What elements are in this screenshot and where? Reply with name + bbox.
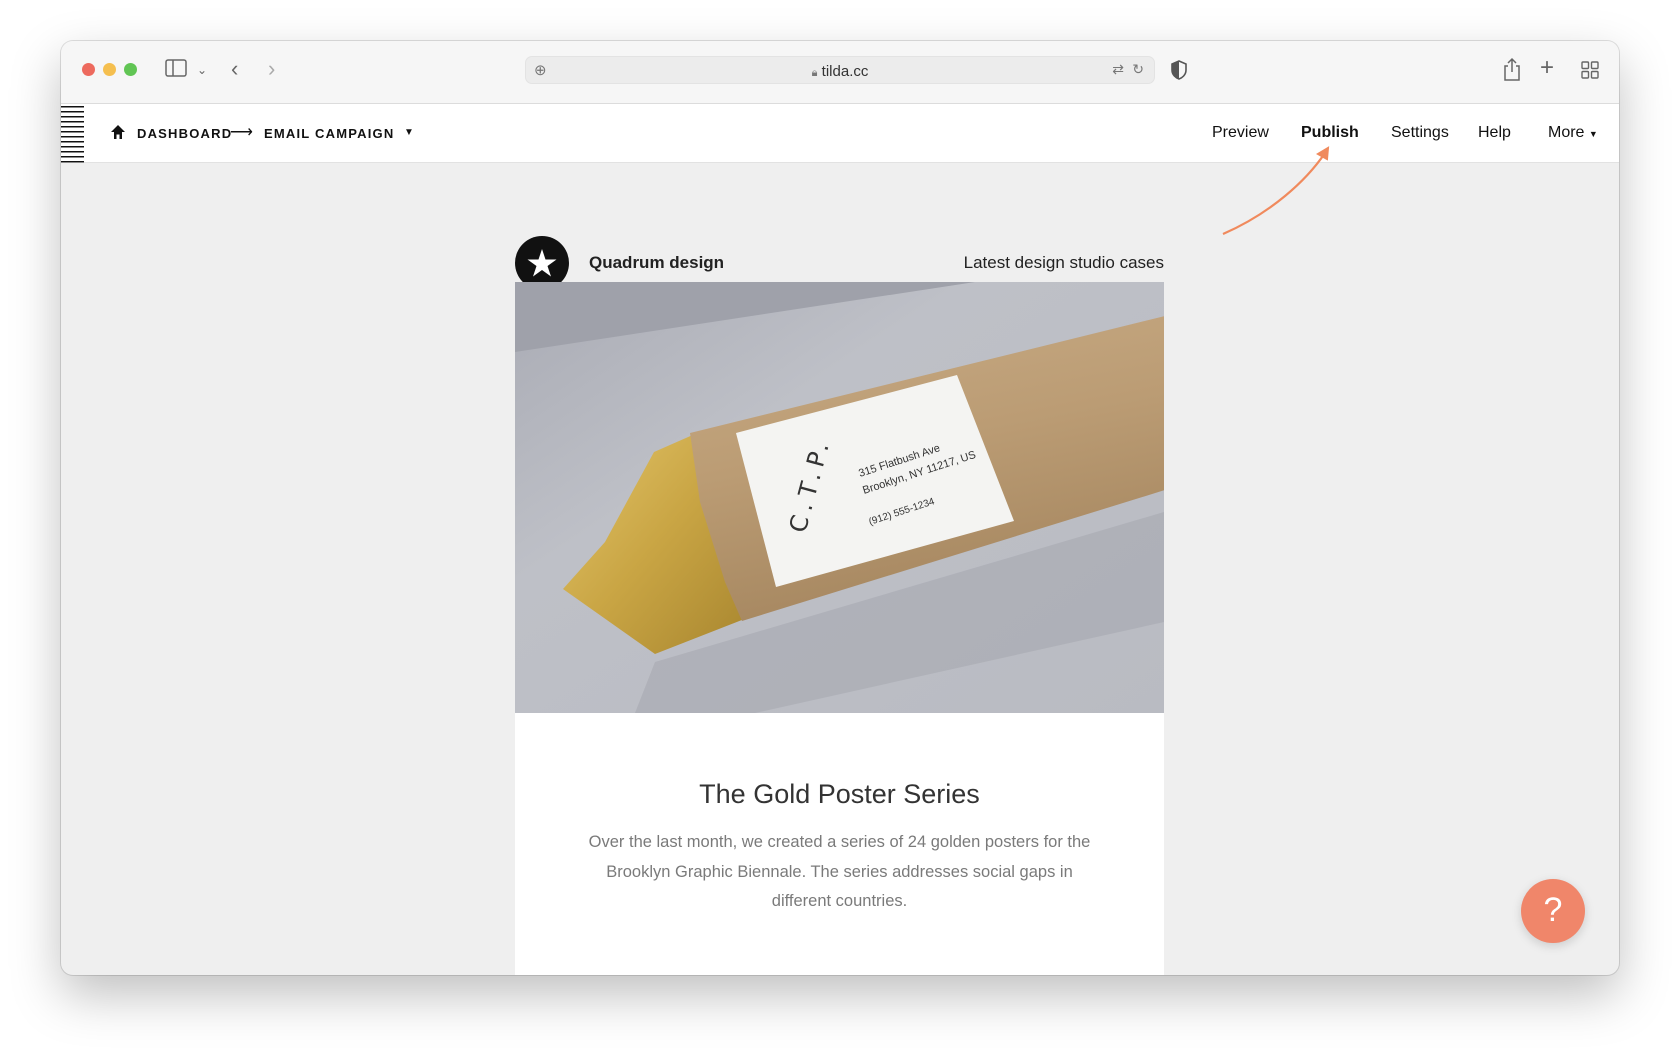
help-button[interactable]: ?	[1521, 879, 1585, 943]
tagline: Latest design studio cases	[963, 253, 1164, 272]
email-card: C.T.P. 315 Flatbush Ave Brooklyn, NY 112…	[515, 282, 1165, 975]
brand-name: Quadrum design	[589, 253, 725, 272]
browser-window: ⌄ ‹ › ⊕ 🔒︎ tilda.cc ⇄ ↻ + DASHBOARD ⟶ EM…	[61, 41, 1619, 975]
email-title: The Gold Poster Series	[699, 779, 980, 809]
hero-image: C.T.P. 315 Flatbush Ave Brooklyn, NY 112…	[515, 282, 1165, 713]
email-body: Over the last month, we created a series…	[588, 833, 1091, 910]
email-preview: Quadrum design Latest design studio case…	[515, 163, 1165, 975]
